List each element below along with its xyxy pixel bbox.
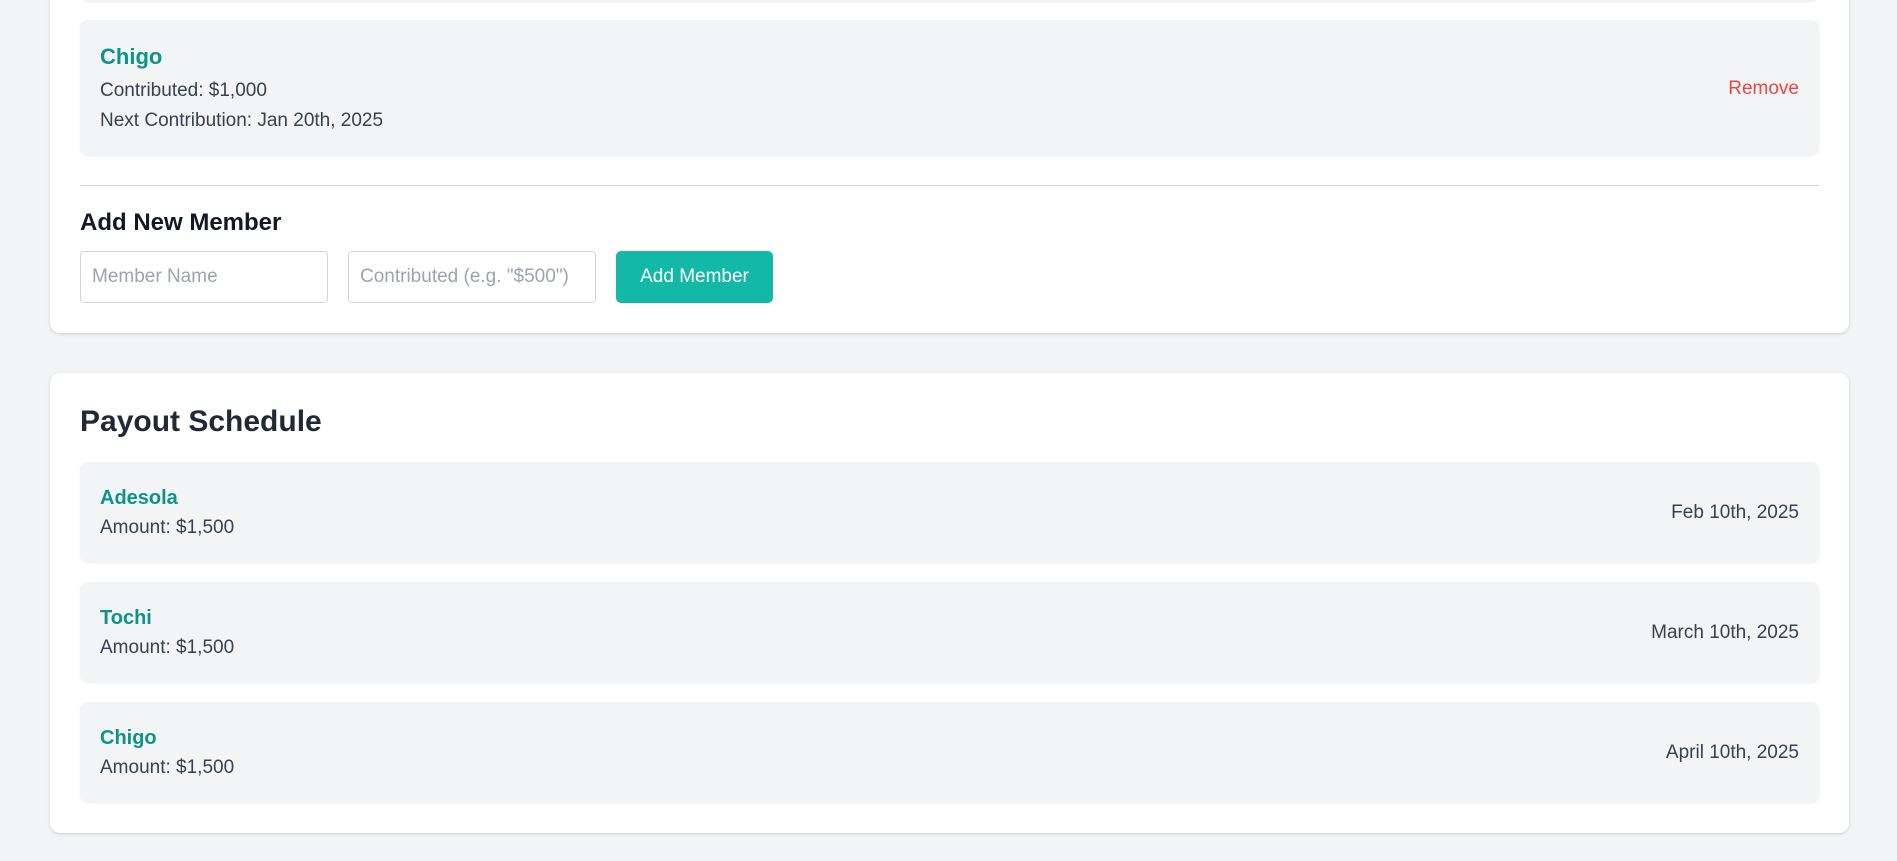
payout-recipient-name: Tochi [100,607,152,629]
divider [80,185,1819,186]
add-member-button[interactable]: Add Member [616,251,773,303]
contributed-input[interactable] [348,251,596,303]
payout-amount: Amount: $1,500 [100,757,235,778]
member-item: Chigo Contributed: $1,000 Next Contribut… [80,20,1819,155]
payout-recipient-name: Chigo [100,727,157,749]
payout-date: April 10th, 2025 [1665,742,1799,763]
payout-item: Tochi Amount: $1,500 March 10th, 2025 [80,582,1819,682]
payout-item: Adesola Amount: $1,500 Feb 10th, 2025 [80,462,1819,562]
member-item-partial [80,0,1819,1]
payout-amount: Amount: $1,500 [100,637,235,658]
payout-amount: Amount: $1,500 [100,517,235,538]
member-contributed: Contributed: $1,000 [100,80,267,101]
payout-recipient-name: Adesola [100,487,178,509]
member-name: Chigo [100,44,163,69]
add-member-heading: Add New Member [80,209,282,236]
payout-schedule-card: Payout Schedule Adesola Amount: $1,500 F… [50,373,1849,833]
payout-schedule-heading: Payout Schedule [80,405,322,438]
member-name-input[interactable] [80,251,328,303]
members-card: Chigo Contributed: $1,000 Next Contribut… [50,0,1849,333]
payout-date: Feb 10th, 2025 [1671,502,1799,523]
remove-member-button[interactable]: Remove [1728,78,1799,100]
payout-item: Chigo Amount: $1,500 April 10th, 2025 [80,702,1819,802]
payout-date: March 10th, 2025 [1651,622,1799,643]
member-next-contribution: Next Contribution: Jan 20th, 2025 [100,110,384,131]
